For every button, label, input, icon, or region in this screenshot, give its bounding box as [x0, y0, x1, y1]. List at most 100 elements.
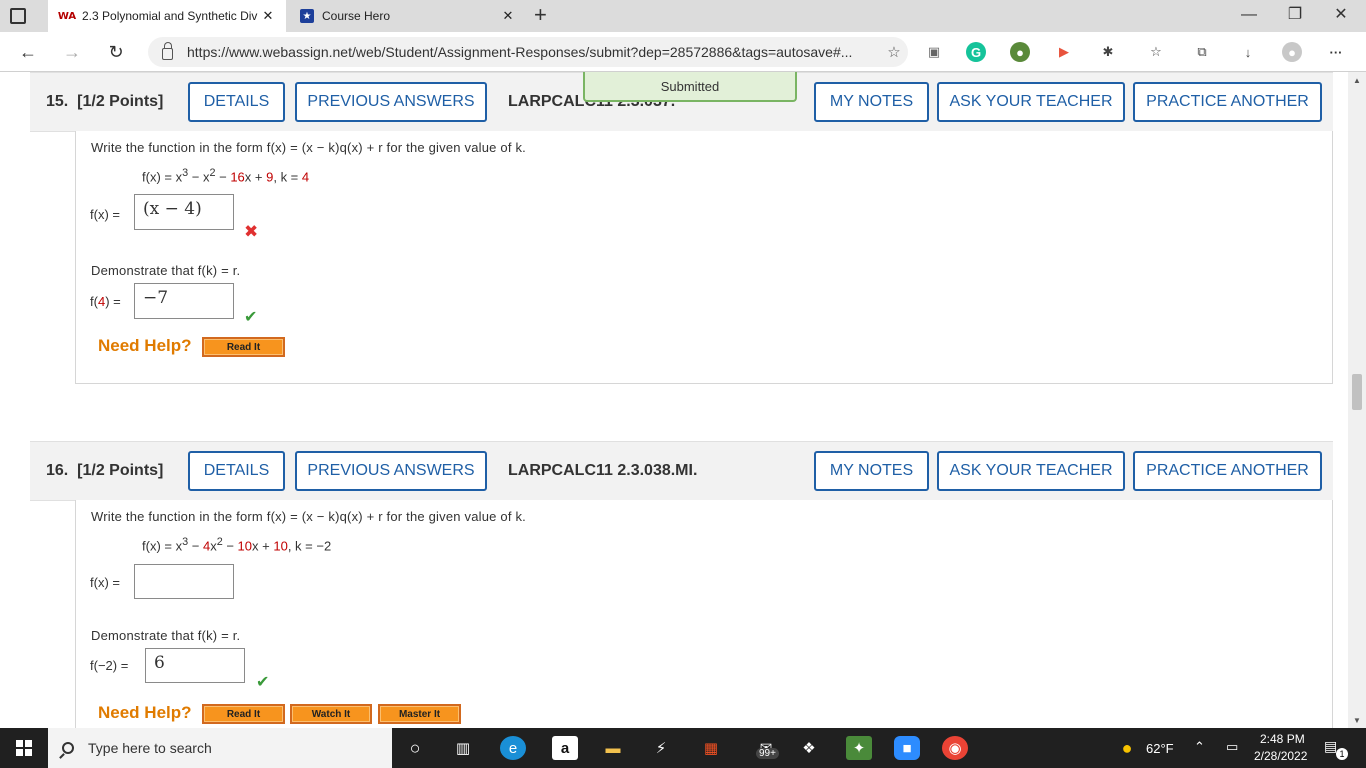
practice-another-button[interactable]: PRACTICE ANOTHER — [1133, 451, 1322, 491]
close-window-button[interactable]: ✕ — [1318, 4, 1364, 26]
show-hidden-icons-icon[interactable]: ⌃ — [1194, 739, 1205, 755]
question-code: LARPCALC11 2.3.038.MI. — [508, 462, 698, 479]
tab-title: 2.3 Polynomial and Synthetic Div — [82, 9, 258, 23]
tab-close-icon[interactable]: ✕ — [258, 8, 278, 24]
profile-avatar-icon[interactable]: ● — [1282, 42, 1302, 62]
minimize-button[interactable]: — — [1226, 4, 1272, 26]
master-it-button[interactable]: Master It — [378, 704, 461, 724]
demonstrate-input[interactable]: 6 — [145, 648, 245, 683]
read-it-button[interactable]: Read It — [202, 337, 285, 357]
answer-label: f(x) = — [90, 207, 120, 222]
ask-your-teacher-button[interactable]: ASK YOUR TEACHER — [937, 451, 1125, 491]
notification-count: 1 — [1336, 748, 1348, 760]
details-button[interactable]: DETAILS — [188, 451, 285, 491]
scroll-down-icon[interactable]: ▼ — [1353, 716, 1361, 725]
previous-answers-button[interactable]: PREVIOUS ANSWERS — [295, 451, 487, 491]
windows-start-icon[interactable] — [16, 740, 32, 756]
watch-it-button[interactable]: Watch It — [290, 704, 372, 724]
extensions-puzzle-icon[interactable]: ✱ — [1098, 42, 1118, 62]
demonstrate-label: f(4) = — [90, 294, 121, 309]
dropbox-icon[interactable]: ❖ — [796, 736, 822, 760]
grammarly-icon[interactable]: G — [966, 42, 986, 62]
my-notes-button[interactable]: MY NOTES — [814, 82, 929, 122]
answer-input[interactable]: (x − 4) — [134, 194, 234, 230]
tab-course-hero[interactable]: ★ Course Hero ✕ — [290, 0, 526, 32]
cortana-icon[interactable]: ○ — [402, 736, 428, 760]
need-help-label: Need Help? — [98, 336, 192, 355]
question-number: 15. [1/2 Points] — [46, 93, 164, 110]
mail-badge: 99+ — [756, 748, 779, 759]
equation: f(x) = x3 − x2 − 16x + 9, k = 4 — [142, 167, 310, 185]
demonstrate-label: f(−2) = — [90, 658, 129, 673]
downloads-icon[interactable]: ↓ — [1238, 42, 1258, 62]
task-view-icon[interactable]: ▥ — [450, 736, 476, 760]
mail-icon[interactable]: ✉99+ — [748, 736, 784, 760]
demonstrate-prompt: Demonstrate that f(k) = r. — [91, 628, 241, 643]
zoom-icon[interactable]: ■ — [894, 736, 920, 760]
windows-taskbar: Type here to search ○ ▥ e a ▬ ⚡ ▦ ✉99+ ❖… — [0, 728, 1366, 768]
restore-button[interactable]: ❐ — [1272, 4, 1318, 26]
file-explorer-icon[interactable]: ▬ — [600, 736, 626, 760]
browser-toolbar: ← → ↻ https://www.webassign.net/web/Stud… — [0, 32, 1366, 72]
question-15-body: Write the function in the form f(x) = (x… — [75, 131, 1333, 384]
microsoft-store-icon[interactable]: ▦ — [698, 736, 724, 760]
amazon-icon[interactable]: a — [552, 736, 578, 760]
collections-icon[interactable]: ⧉ — [1192, 42, 1212, 62]
equation: f(x) = x3 − 4x2 − 10x + 10, k = −2 — [142, 536, 332, 554]
answer-label: f(x) = — [90, 575, 120, 590]
extension-creature-icon[interactable]: ● — [1010, 42, 1030, 62]
details-button[interactable]: DETAILS — [188, 82, 285, 122]
need-help-label: Need Help? — [98, 703, 192, 722]
extension-icon[interactable]: ▣ — [924, 42, 944, 62]
question-16-header: 16. [1/2 Points] DETAILS PREVIOUS ANSWER… — [30, 441, 1333, 501]
chrome-icon[interactable]: ◉ — [942, 736, 968, 760]
add-favorite-icon[interactable]: ☆ — [880, 43, 908, 61]
ask-your-teacher-button[interactable]: ASK YOUR TEACHER — [937, 82, 1125, 122]
taskbar-search[interactable]: Type here to search — [48, 728, 392, 768]
tab-close-icon[interactable]: ✕ — [498, 8, 518, 24]
winamp-bolt-icon[interactable]: ⚡ — [648, 736, 674, 760]
url-text[interactable]: https://www.webassign.net/web/Student/As… — [187, 44, 880, 60]
new-tab-button[interactable]: + — [534, 4, 547, 26]
submitted-banner: Submitted — [583, 72, 797, 102]
question-prompt: Write the function in the form f(x) = (x… — [91, 140, 526, 155]
correct-check-icon: ✔ — [256, 674, 270, 691]
weather-sun-icon[interactable]: ● — [1114, 736, 1140, 760]
webassign-favicon-icon: WA — [57, 10, 77, 22]
tab-title: Course Hero — [322, 9, 391, 23]
page-scrollbar[interactable]: ▲ ▼ — [1348, 72, 1366, 728]
edge-icon[interactable]: e — [500, 736, 526, 760]
correct-check-icon: ✔ — [244, 309, 258, 326]
lock-icon[interactable] — [162, 42, 173, 60]
game-icon[interactable]: ✦ — [846, 736, 872, 760]
demonstrate-input[interactable]: −7 — [134, 283, 234, 319]
demonstrate-prompt: Demonstrate that f(k) = r. — [91, 263, 241, 278]
practice-another-button[interactable]: PRACTICE ANOTHER — [1133, 82, 1322, 122]
answer-input[interactable] — [134, 564, 234, 599]
extension-arrow-icon[interactable]: ▶ — [1054, 42, 1074, 62]
tab-webassign[interactable]: WA 2.3 Polynomial and Synthetic Div ✕ — [48, 0, 286, 32]
search-placeholder: Type here to search — [88, 740, 212, 756]
page-content: Submitted 15. [1/2 Points] DETAILS PREVI… — [0, 72, 1348, 728]
clock-time[interactable]: 2:48 PM — [1260, 732, 1305, 746]
tab-actions-icon[interactable] — [10, 8, 26, 24]
battery-icon[interactable]: ▭ — [1226, 739, 1238, 755]
previous-answers-button[interactable]: PREVIOUS ANSWERS — [295, 82, 487, 122]
question-16-body: Write the function in the form f(x) = (x… — [75, 500, 1333, 728]
scroll-thumb[interactable] — [1352, 374, 1362, 410]
more-menu-icon[interactable]: ··· — [1326, 42, 1346, 62]
reload-button[interactable]: ↻ — [104, 40, 128, 64]
favorites-icon[interactable]: ☆ — [1146, 42, 1166, 62]
clock-date[interactable]: 2/28/2022 — [1254, 749, 1307, 763]
read-it-button[interactable]: Read It — [202, 704, 285, 724]
browser-tab-bar: WA 2.3 Polynomial and Synthetic Div ✕ ★ … — [0, 0, 1366, 32]
my-notes-button[interactable]: MY NOTES — [814, 451, 929, 491]
forward-button[interactable]: → — [60, 40, 84, 64]
weather-text[interactable]: 62°F — [1146, 741, 1174, 756]
back-button[interactable]: ← — [16, 40, 40, 64]
scroll-up-icon[interactable]: ▲ — [1353, 76, 1361, 85]
question-prompt: Write the function in the form f(x) = (x… — [91, 509, 526, 524]
address-bar[interactable]: https://www.webassign.net/web/Student/As… — [148, 37, 908, 67]
incorrect-icon: ✖ — [244, 222, 259, 241]
course-hero-favicon-icon: ★ — [300, 9, 314, 23]
